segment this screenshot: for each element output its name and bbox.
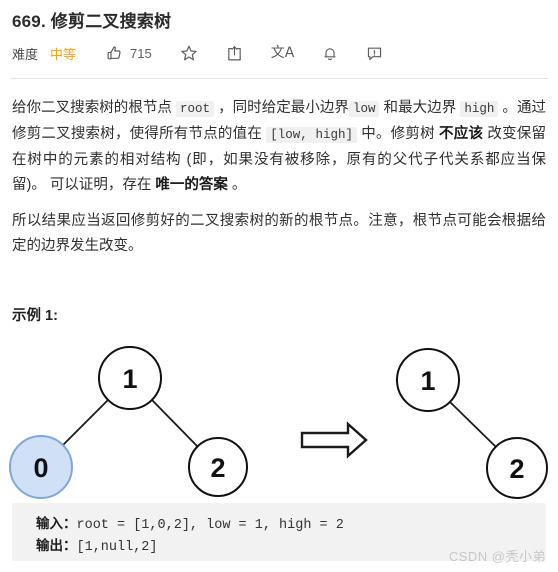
- header-divider: [10, 78, 548, 79]
- bell-icon: [322, 45, 338, 62]
- problem-description-paragraph-1: 给你二叉搜索树的根节点 root ，同时给定最小边界 low 和最大边界 high…: [12, 96, 546, 198]
- inline-code-range: [low, high]: [266, 127, 358, 143]
- like-button[interactable]: 715: [106, 45, 152, 62]
- translate-button[interactable]: 文A: [271, 46, 295, 60]
- csdn-watermark: CSDN @秃小弟: [448, 549, 546, 564]
- like-count: 715: [130, 45, 152, 61]
- thumbs-up-icon: [106, 45, 123, 62]
- problem-description-paragraph-2: 所以结果应当返回修剪好的二叉搜索树的新的根节点。注意，根节点可能会根据给定的边界…: [12, 213, 546, 254]
- share-button[interactable]: [226, 45, 243, 62]
- desc-text-5: 中。修剪树: [357, 126, 440, 142]
- share-icon: [226, 45, 243, 62]
- inline-code-low: low: [348, 101, 380, 117]
- inline-code-high: high: [460, 101, 499, 117]
- desc-text-7: 。: [227, 177, 247, 193]
- star-icon: [180, 44, 198, 62]
- desc-text-3: 和最大边界: [379, 100, 461, 116]
- translate-icon: 文A: [270, 45, 295, 61]
- page-title: 669. 修剪二叉搜索树: [12, 12, 172, 31]
- difficulty-label: 难度: [12, 46, 39, 62]
- left-binary-tree: 1 0 2: [9, 346, 248, 499]
- binary-tree-diagram: 10 2 12: [9, 346, 548, 499]
- example-output-line: 输出：[1,null,2]: [36, 534, 158, 555]
- tree-node-label: 0: [33, 453, 48, 483]
- problem-meta-bar: 难度 中等 715 文A: [12, 41, 383, 65]
- feedback-icon: [366, 45, 383, 62]
- feedback-button[interactable]: [366, 45, 383, 62]
- input-label: 输入：: [36, 516, 77, 531]
- output-value: [1,null,2]: [76, 540, 158, 555]
- output-label: 输出：: [36, 538, 77, 553]
- tree-edge: [151, 399, 198, 447]
- desc-bold-1: 不应该: [439, 126, 484, 142]
- input-value: root = [1,0,2], low = 1, high = 2: [76, 518, 344, 533]
- desc-bold-2: 唯一的答案: [155, 177, 228, 193]
- tree-edge: [62, 399, 109, 446]
- tree-node-label: 1: [420, 366, 435, 396]
- desc-text-1: 给你二叉搜索树的根节点: [12, 100, 177, 116]
- difficulty-badge: 中等: [50, 46, 77, 62]
- favorite-button[interactable]: [180, 44, 198, 62]
- example-figure: 102 12: [0, 336, 558, 504]
- tree-node-label: 2: [509, 454, 524, 484]
- tree-node-label: 2: [210, 453, 225, 483]
- example-input-line: 输入：root = [1,0,2], low = 1, high = 2: [36, 512, 344, 533]
- tree-node-label: 1: [122, 364, 137, 394]
- notification-button[interactable]: [322, 45, 338, 62]
- example-heading: 示例 1:: [12, 308, 58, 324]
- desc-text-2: ，同时给定最小边界: [214, 100, 349, 116]
- inline-code-root: root: [176, 101, 215, 117]
- tree-edge: [449, 401, 497, 448]
- right-binary-tree: 12: [396, 348, 548, 499]
- right-arrow-icon: [300, 421, 368, 459]
